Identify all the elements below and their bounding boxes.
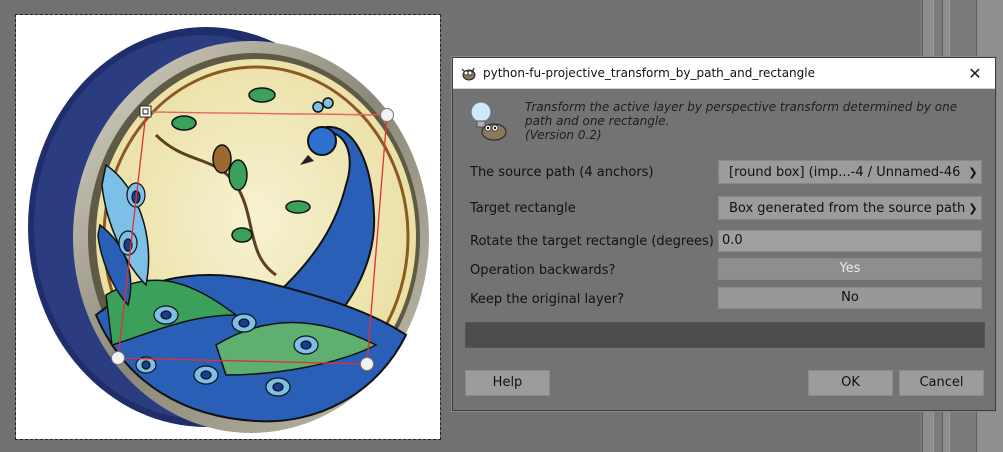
rotate-row: Rotate the target rectangle (degrees) 0.… xyxy=(465,229,985,255)
source-path-combo[interactable]: [round box] (imp...-4 / Unnamed-46 ❯ xyxy=(718,160,982,184)
path-anchor-handle[interactable] xyxy=(360,357,374,371)
description-text: Transform the active layer by perspectiv… xyxy=(525,100,958,128)
target-rect-row: Target rectangle Box generated from the … xyxy=(465,196,985,222)
target-rect-label: Target rectangle xyxy=(470,201,576,216)
path-anchor-handle[interactable] xyxy=(380,108,394,122)
source-path-label: The source path (4 anchors) xyxy=(470,165,654,180)
chevron-down-icon: ❯ xyxy=(968,201,978,215)
path-anchor-handle[interactable] xyxy=(139,105,152,118)
backwards-label: Operation backwards? xyxy=(470,263,616,278)
help-button[interactable]: Help xyxy=(465,370,550,396)
gimp-wilber-icon xyxy=(461,67,476,81)
target-rect-value: Box generated from the source path xyxy=(729,200,965,216)
dialog-title: python-fu-projective_transform_by_path_a… xyxy=(483,66,815,80)
cancel-button[interactable]: Cancel xyxy=(899,370,984,396)
image-canvas[interactable] xyxy=(15,14,441,440)
rotate-input[interactable]: 0.0 xyxy=(718,230,982,252)
backwards-toggle[interactable]: Yes xyxy=(718,258,982,280)
description-area: Transform the active layer by perspectiv… xyxy=(453,89,995,147)
source-path-value: [round box] (imp...-4 / Unnamed-46 xyxy=(729,164,961,180)
progress-bar xyxy=(465,322,985,348)
version-text: (Version 0.2) xyxy=(525,128,602,142)
plugin-description: Transform the active layer by perspectiv… xyxy=(525,100,965,142)
source-path-row: The source path (4 anchors) [round box] … xyxy=(465,160,985,186)
target-rect-combo[interactable]: Box generated from the source path ❯ xyxy=(718,196,982,220)
peacock-tin-image xyxy=(28,27,429,433)
keep-layer-toggle[interactable]: No xyxy=(718,287,982,309)
backwards-row: Operation backwards? Yes xyxy=(465,258,985,284)
lightbulb-icon xyxy=(470,101,507,141)
ok-button[interactable]: OK xyxy=(808,370,893,396)
rotate-label: Rotate the target rectangle (degrees) xyxy=(470,234,714,249)
keep-layer-row: Keep the original layer? No xyxy=(465,287,985,313)
path-anchor-handle[interactable] xyxy=(111,351,125,365)
dialog-titlebar[interactable]: python-fu-projective_transform_by_path_a… xyxy=(453,58,995,89)
chevron-down-icon: ❯ xyxy=(968,165,978,179)
plugin-dialog: python-fu-projective_transform_by_path_a… xyxy=(452,57,996,411)
close-icon[interactable]: ✕ xyxy=(955,64,995,83)
keep-layer-label: Keep the original layer? xyxy=(470,292,624,307)
